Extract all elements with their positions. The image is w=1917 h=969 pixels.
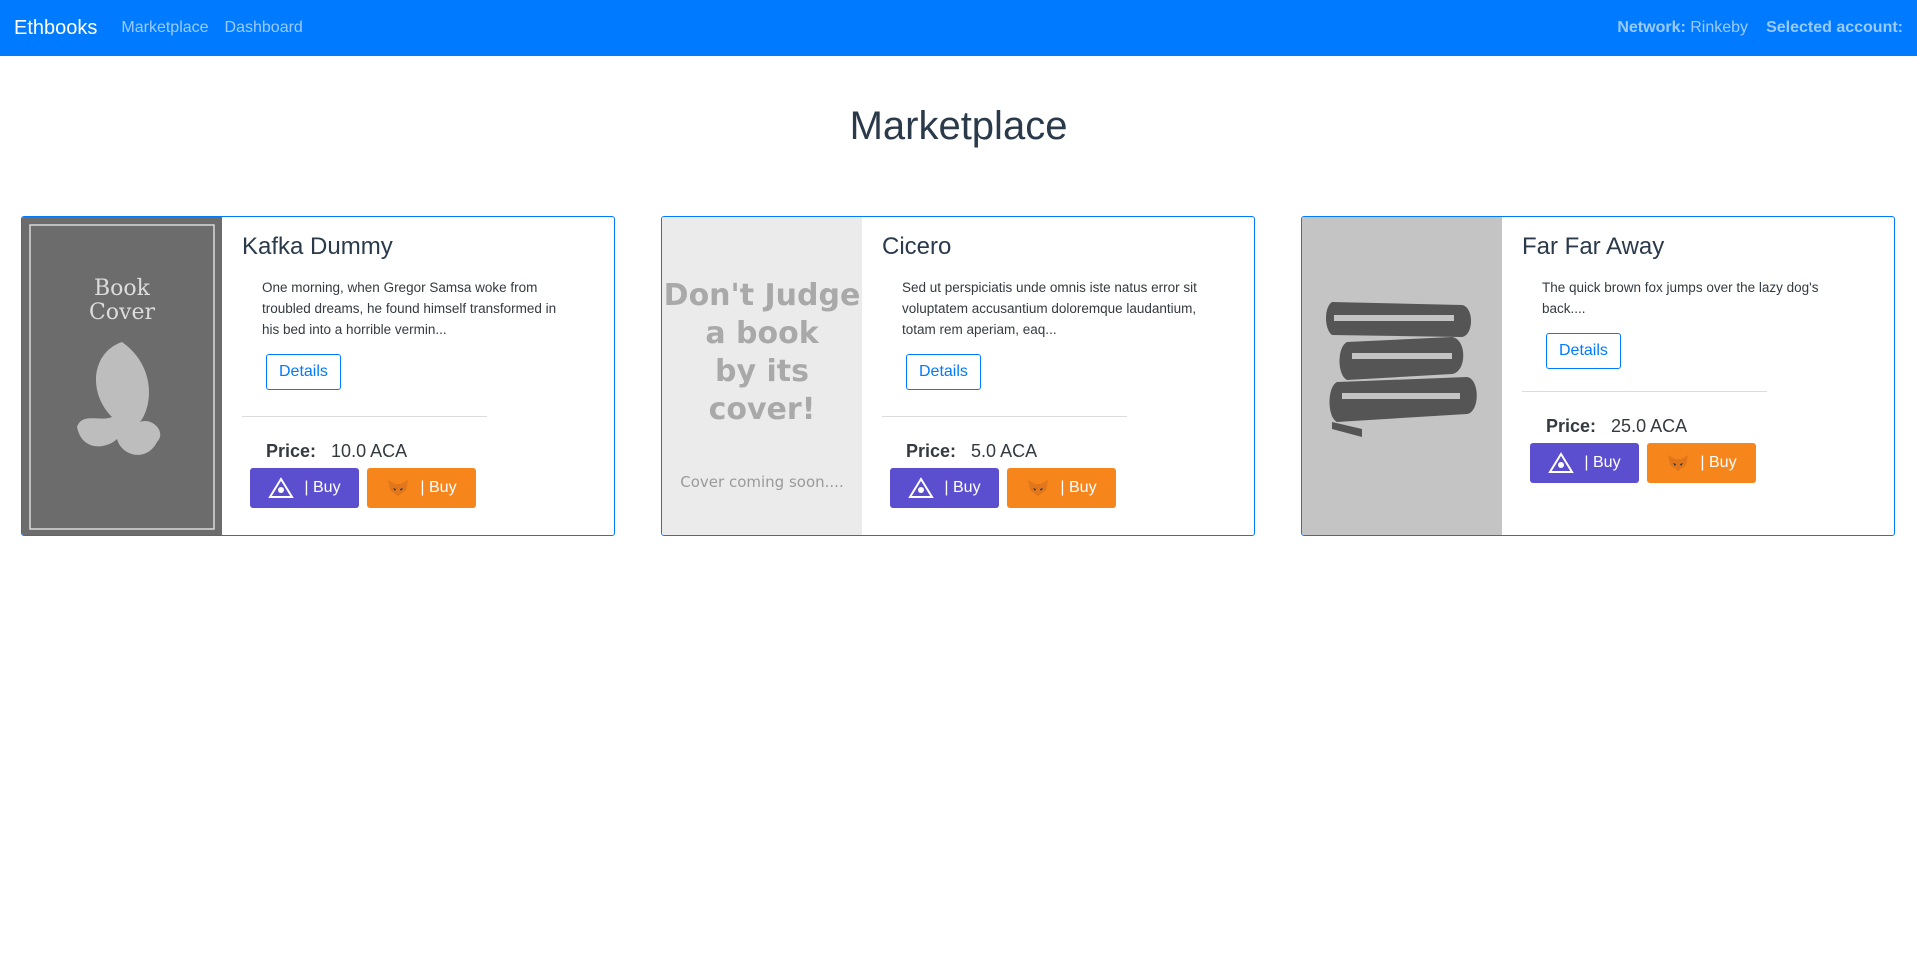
book-description: Sed ut perspiciatis unde omnis iste natu… [902,280,1197,337]
buy-with-metamask-button[interactable]: | Buy [1647,443,1756,483]
buy-label: | Buy [1700,454,1737,471]
card-body: Far Far Away The quick brown fox jumps o… [1502,217,1894,535]
nav-marketplace[interactable]: Marketplace [121,19,208,37]
network-status: Network: Rinkeby [1617,19,1748,37]
book-card: Book Cover Kafka Dummy One morning, when… [21,216,615,536]
book-description: One morning, when Gregor Samsa woke from… [262,280,557,337]
cover-text-line: Don't Judge [664,278,861,313]
book-card: Don't Judge a book by its cover! Cover c… [661,216,1255,536]
buy-with-aca-button[interactable]: | Buy [1530,443,1639,483]
card-body: Kafka Dummy One morning, when Gregor Sam… [222,217,614,535]
book-description: The quick brown fox jumps over the lazy … [1542,280,1819,316]
price-line: Price: 5.0 ACA [906,441,1234,462]
details-button[interactable]: Details [266,354,341,390]
metamask-fox-icon [1028,480,1049,496]
buy-button-row: | Buy | Buy [250,468,594,508]
price-line: Price: 10.0 ACA [266,441,594,462]
price-label: Price: [906,441,957,461]
aca-token-icon [908,477,935,498]
price-value: 5.0 ACA [971,441,1038,461]
aca-token-icon [1548,452,1575,473]
buy-label: | Buy [420,479,457,496]
price-label: Price: [266,441,317,461]
book-card: Far Far Away The quick brown fox jumps o… [1301,216,1895,536]
selected-account-label: Selected account: [1766,19,1903,36]
details-button[interactable]: Details [906,354,981,390]
card-body: Cicero Sed ut perspiciatis unde omnis is… [862,217,1254,535]
nav-dashboard[interactable]: Dashboard [225,19,303,37]
buy-label: | Buy [944,479,981,496]
book-title[interactable]: Cicero [882,233,1234,261]
cover-text-line: a book [705,316,819,351]
buy-with-aca-button[interactable]: | Buy [250,468,359,508]
buy-label: | Buy [304,479,341,496]
buy-with-aca-button[interactable]: | Buy [890,468,999,508]
book-card-list: Book Cover Kafka Dummy One morning, when… [0,216,1917,546]
navbar: Ethbooks Marketplace Dashboard Network: … [0,0,1917,56]
brand-logo[interactable]: Ethbooks [14,17,97,40]
aca-token-icon [268,477,295,498]
buy-button-row: | Buy | Buy [890,468,1234,508]
navbar-status: Network: Rinkeby Selected account: [1617,19,1903,37]
cover-text-line: Cover [89,300,156,325]
metamask-fox-icon [1668,455,1689,471]
book-title[interactable]: Far Far Away [1522,233,1874,261]
metamask-fox-icon [388,480,409,496]
network-value: Rinkeby [1690,19,1749,36]
buy-label: | Buy [1584,454,1621,471]
network-label: Network: [1617,19,1686,36]
cover-text-line: Book [94,276,151,301]
book-title[interactable]: Kafka Dummy [242,233,594,261]
buy-label: | Buy [1060,479,1097,496]
divider [882,416,1127,417]
details-button[interactable]: Details [1546,333,1621,369]
cover-subtext: Cover coming soon.... [680,473,843,491]
book-cover-image: Don't Judge a book by its cover! Cover c… [662,217,862,535]
price-value: 10.0 ACA [331,441,408,461]
buy-with-metamask-button[interactable]: | Buy [1007,468,1116,508]
price-label: Price: [1546,416,1597,436]
leaf-ornament-icon [77,342,161,455]
book-cover-image: Book Cover [22,217,222,535]
cover-text-line: by its [715,354,809,389]
cover-text-line: cover! [709,392,816,427]
page-title: Marketplace [849,104,1068,148]
book-cover-image [1302,217,1502,535]
divider [1522,391,1767,392]
divider [242,416,487,417]
price-line: Price: 25.0 ACA [1546,416,1874,437]
price-value: 25.0 ACA [1611,416,1688,436]
buy-with-metamask-button[interactable]: | Buy [367,468,476,508]
book-stack-icon [1326,302,1477,437]
buy-button-row: | Buy | Buy [1530,443,1874,483]
